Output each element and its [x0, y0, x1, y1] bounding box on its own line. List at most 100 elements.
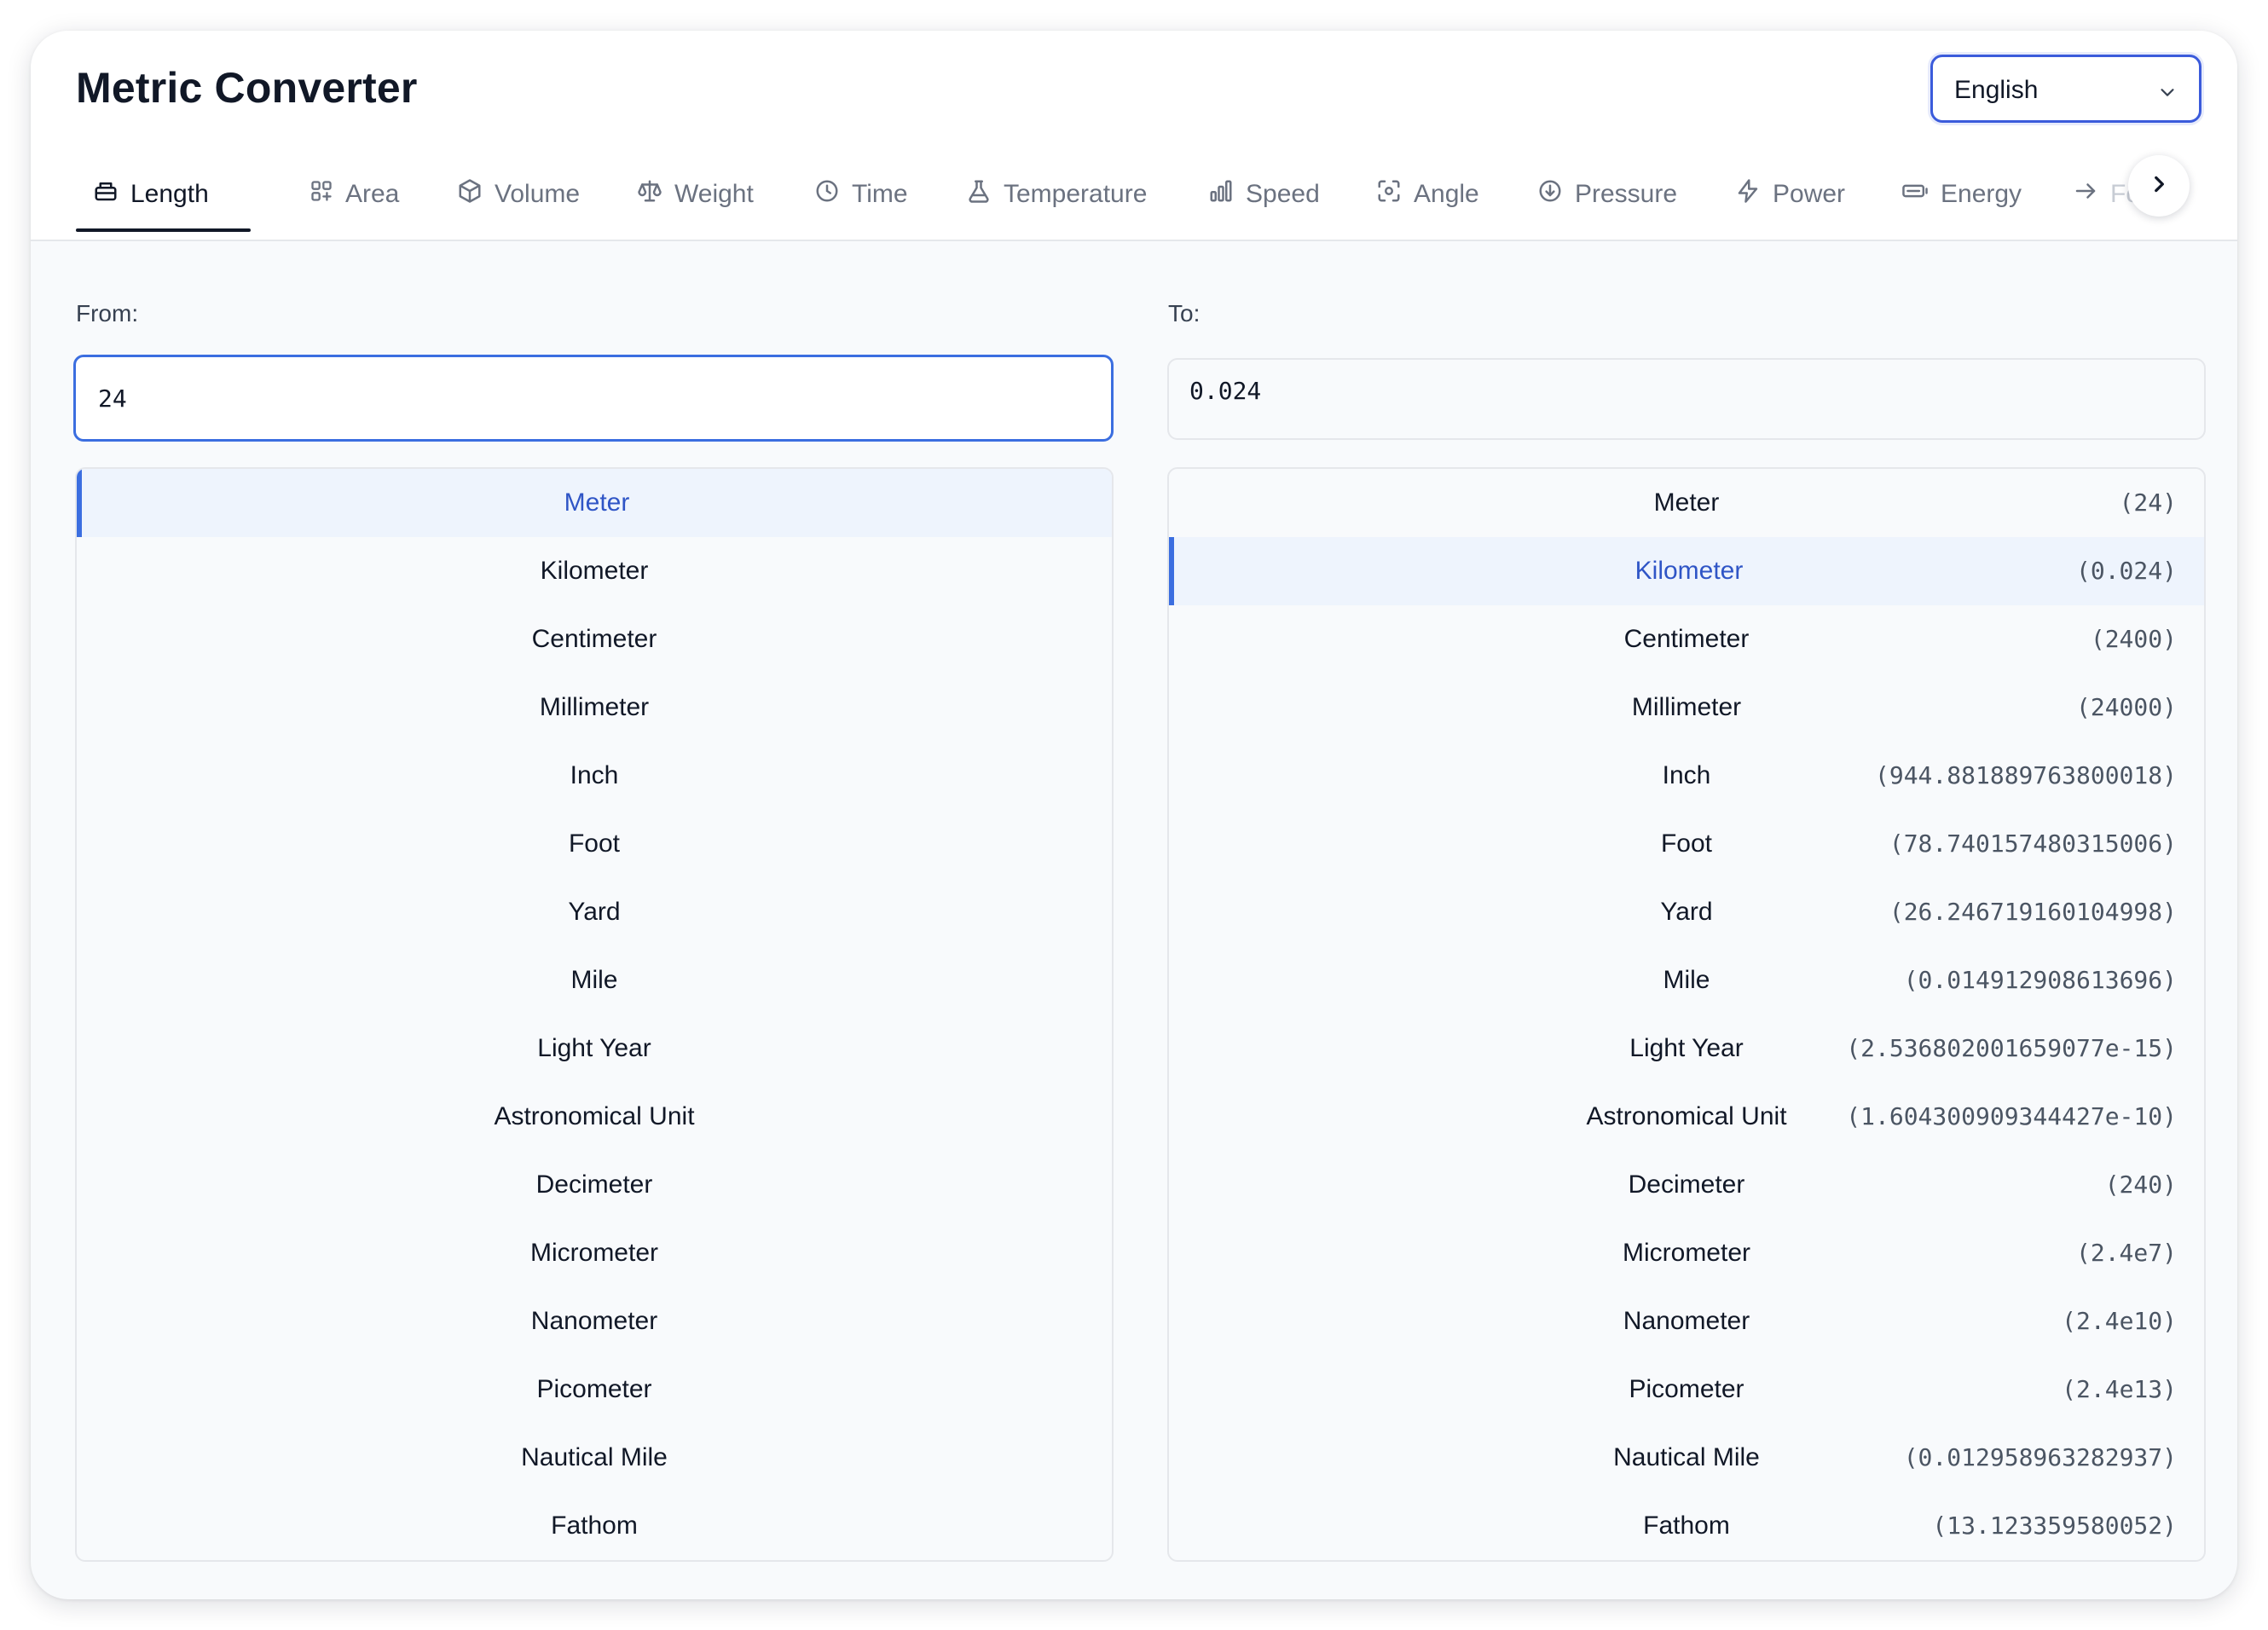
- from-unit-list: Meter Kilometer Centimeter Millimeter Inch Fo…: [75, 467, 1114, 1562]
- tab-speed[interactable]: Speed: [1208, 157, 1320, 232]
- from-unit-option[interactable]: Decimeter: [77, 1151, 1112, 1219]
- battery-icon: [1901, 178, 1929, 211]
- from-unit-option[interactable]: Light Year: [77, 1014, 1112, 1083]
- tabs-scroll-right-button[interactable]: [2128, 155, 2190, 217]
- focus-icon: [1376, 178, 1402, 211]
- tab-area[interactable]: Area: [310, 157, 399, 232]
- unit-name: Nanometer: [530, 1307, 658, 1335]
- unit-converted-value: (2.4e10): [2062, 1307, 2177, 1335]
- unit-name: Fathom: [551, 1512, 638, 1540]
- from-unit-option[interactable]: Foot: [77, 810, 1112, 878]
- unit-converted-value: (24000): [2075, 693, 2177, 721]
- to-label: To:: [1168, 300, 1201, 327]
- tab-temperature[interactable]: Temperature: [966, 157, 1147, 232]
- to-unit-option[interactable]: Picometer (2.4e13): [1169, 1355, 2204, 1424]
- to-unit-list: Meter (24) Kilometer (0.024) Centimeter (2400…: [1167, 467, 2206, 1562]
- unit-name: Kilometer: [540, 557, 649, 585]
- to-unit-option[interactable]: Nanometer (2.4e10): [1169, 1287, 2204, 1355]
- unit-name: Decimeter: [535, 1170, 653, 1199]
- tab-pressure[interactable]: Pressure: [1537, 157, 1677, 232]
- unit-name: Mile: [570, 966, 618, 994]
- unit-converted-value: (13.123359580052): [1932, 1512, 2177, 1540]
- unit-name: Micrometer: [529, 1239, 658, 1267]
- tab-label: Power: [1773, 180, 1846, 208]
- unit-name: Millimeter: [539, 693, 650, 721]
- to-unit-option[interactable]: Meter (24): [1169, 469, 2204, 537]
- from-unit-option[interactable]: Mile: [77, 946, 1112, 1014]
- tab-angle[interactable]: Angle: [1376, 157, 1479, 232]
- clock-icon: [814, 178, 840, 211]
- bolt-icon: [1735, 178, 1761, 211]
- tab-label: Energy: [1941, 180, 2022, 208]
- unit-name: Meter: [564, 488, 630, 517]
- from-unit-option[interactable]: Inch: [77, 742, 1112, 810]
- to-unit-option[interactable]: Micrometer (2.4e7): [1169, 1219, 2204, 1287]
- gauge-down-icon: [1537, 178, 1563, 211]
- tab-label: Angle: [1414, 180, 1479, 208]
- from-unit-option[interactable]: Nautical Mile: [77, 1424, 1112, 1492]
- tab-length[interactable]: Length: [93, 157, 209, 232]
- tab-energy[interactable]: Energy: [1901, 157, 2022, 232]
- from-unit-option[interactable]: Yard: [77, 878, 1112, 946]
- converter-card: Metric Converter English Length Area Vol…: [31, 31, 2237, 1599]
- to-unit-option[interactable]: Light Year (2.536802001659077e-15): [1169, 1014, 2204, 1083]
- from-unit-option[interactable]: Meter: [77, 469, 1112, 537]
- from-unit-option[interactable]: Centimeter: [77, 605, 1112, 673]
- tab-power[interactable]: Power: [1735, 157, 1845, 232]
- to-unit-option[interactable]: Kilometer (0.024): [1169, 537, 2204, 605]
- from-unit-option[interactable]: Nanometer: [77, 1287, 1112, 1355]
- from-unit-option[interactable]: Millimeter: [77, 673, 1112, 742]
- chevron-right-icon: [2148, 173, 2170, 199]
- from-label: From:: [76, 300, 139, 327]
- from-unit-option[interactable]: Picometer: [77, 1355, 1112, 1424]
- to-unit-option[interactable]: Inch (944.881889763800018): [1169, 742, 2204, 810]
- chevron-down-icon: [2158, 83, 2177, 106]
- unit-converted-value: (26.246719160104998): [1889, 898, 2177, 926]
- unit-name: Centimeter: [531, 625, 657, 653]
- tab-label: Pressure: [1575, 180, 1678, 208]
- unit-converted-value: (0.012958963282937): [1903, 1443, 2177, 1471]
- active-tab-indicator: [76, 228, 251, 232]
- tab-label: Weight: [674, 180, 754, 208]
- unit-name: Nautical Mile: [521, 1443, 668, 1471]
- from-value-input[interactable]: [73, 355, 1114, 442]
- to-unit-option[interactable]: Astronomical Unit (1.604300909344427e-10): [1169, 1083, 2204, 1151]
- from-unit-option[interactable]: Fathom: [77, 1492, 1112, 1560]
- from-unit-option[interactable]: Astronomical Unit: [77, 1083, 1112, 1151]
- from-unit-option[interactable]: Micrometer: [77, 1219, 1112, 1287]
- unit-name: Inch: [570, 761, 619, 789]
- tab-time[interactable]: Time: [814, 157, 908, 232]
- tab-label: Length: [130, 180, 209, 208]
- tab-volume[interactable]: Volume: [457, 157, 580, 232]
- unit-converted-value: (78.740157480315006): [1889, 829, 2177, 858]
- arrow-right-icon: [2073, 178, 2098, 211]
- to-unit-option[interactable]: Centimeter (2400): [1169, 605, 2204, 673]
- header: Metric Converter English Length Area Vol…: [31, 31, 2237, 241]
- tab-label: Area: [345, 180, 400, 208]
- to-unit-option[interactable]: Yard (26.246719160104998): [1169, 878, 2204, 946]
- unit-converted-value: (2.536802001659077e-15): [1846, 1034, 2177, 1062]
- to-unit-option[interactable]: Nautical Mile (0.012958963282937): [1169, 1424, 2204, 1492]
- unit-converted-value: (2.4e7): [2075, 1239, 2177, 1267]
- to-unit-option[interactable]: Fathom (13.123359580052): [1169, 1492, 2204, 1560]
- tab-weight[interactable]: Weight: [637, 157, 754, 232]
- to-value-output: 0.024: [1167, 358, 2206, 440]
- unit-converted-value: (2400): [2090, 625, 2177, 653]
- category-tabs: Length Area Volume Weight Time Temperatu…: [76, 157, 2156, 232]
- cube-icon: [457, 178, 483, 211]
- from-unit-option[interactable]: Kilometer: [77, 537, 1112, 605]
- unit-converted-value: (2.4e13): [2062, 1375, 2177, 1403]
- ruler-box-icon: [93, 178, 119, 211]
- language-select[interactable]: English: [1930, 55, 2201, 123]
- to-unit-option[interactable]: Millimeter (24000): [1169, 673, 2204, 742]
- to-unit-option[interactable]: Mile (0.014912908613696): [1169, 946, 2204, 1014]
- unit-converted-value: (240): [2104, 1170, 2177, 1199]
- to-unit-option[interactable]: Foot (78.740157480315006): [1169, 810, 2204, 878]
- unit-converted-value: (0.024): [2075, 557, 2177, 585]
- unit-name: Picometer: [536, 1375, 652, 1403]
- grid-icon: [310, 179, 333, 210]
- tab-label: Temperature: [1004, 180, 1148, 208]
- to-unit-option[interactable]: Decimeter (240): [1169, 1151, 2204, 1219]
- unit-converted-value: (944.881889763800018): [1874, 761, 2177, 789]
- language-selected-value: English: [1954, 76, 2039, 104]
